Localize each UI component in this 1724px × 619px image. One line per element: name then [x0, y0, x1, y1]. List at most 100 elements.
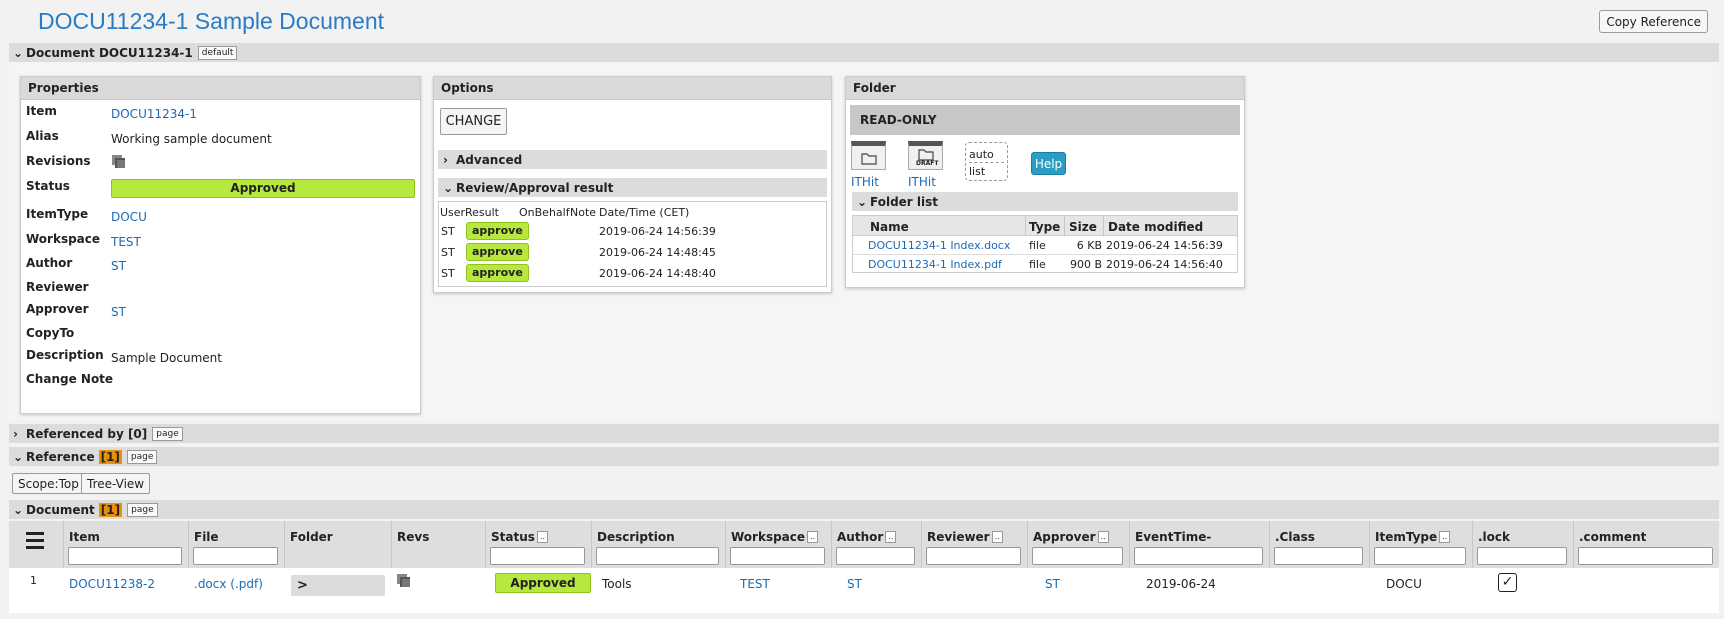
revisions-icon[interactable]: [111, 154, 127, 173]
col-item-label[interactable]: Item: [69, 530, 100, 544]
filter-approver-input[interactable]: [1032, 547, 1123, 565]
prop-itemtype-link[interactable]: DOCU: [111, 210, 147, 224]
prop-workspace-link[interactable]: TEST: [111, 235, 141, 249]
folder-col-modified[interactable]: Date modified: [1108, 220, 1203, 234]
document-list-header[interactable]: ⌄ Document [1] page: [9, 500, 1719, 519]
filter-item-input[interactable]: [68, 547, 182, 565]
filter-author-input[interactable]: [836, 547, 915, 565]
folder-icon[interactable]: [851, 141, 886, 170]
review-approval-toggle[interactable]: ⌄ Review/Approval result: [438, 178, 827, 197]
prop-approver-link[interactable]: ST: [111, 305, 126, 319]
col-file-label[interactable]: File: [194, 530, 219, 544]
col-comment: .comment: [1573, 521, 1719, 568]
copy-reference-button[interactable]: Copy Reference: [1599, 10, 1708, 33]
itemtype-filter-menu[interactable]: ..: [1439, 531, 1451, 543]
filter-status-input[interactable]: [490, 547, 585, 565]
chevron-right-icon: ›: [443, 152, 448, 167]
filter-description-input[interactable]: [596, 547, 719, 565]
view-mode-selector[interactable]: auto list: [965, 142, 1008, 181]
lock-checkbox[interactable]: ✓: [1498, 573, 1517, 592]
prop-item-link[interactable]: DOCU11234-1: [111, 107, 197, 121]
status-filter-menu[interactable]: ..: [536, 531, 548, 543]
workspace-filter-menu[interactable]: ..: [807, 531, 819, 543]
menu-icon[interactable]: [26, 532, 44, 553]
filter-lock-input[interactable]: [1477, 547, 1567, 565]
row-item-link[interactable]: DOCU11238-2: [69, 577, 155, 591]
folder-col-type[interactable]: Type: [1029, 220, 1060, 234]
filter-workspace-input[interactable]: [730, 547, 825, 565]
document-table: Item File Folder Revs Status.. Descripti…: [9, 521, 1719, 613]
advanced-toggle[interactable]: › Advanced: [438, 150, 827, 169]
col-author-label[interactable]: Author..: [837, 530, 897, 544]
reference-header[interactable]: ⌄ Reference [1] page: [9, 447, 1719, 466]
col-comment-label[interactable]: .comment: [1579, 530, 1646, 544]
referenced-by-label: Referenced by [0]: [26, 426, 148, 441]
row-divider: [853, 254, 1237, 255]
col-approver-label[interactable]: Approver..: [1033, 530, 1109, 544]
row-description: Tools: [602, 577, 632, 591]
draft-badge: DRAFT: [916, 160, 939, 167]
row-approver-link[interactable]: ST: [1045, 577, 1060, 591]
draft-folder-icon[interactable]: DRAFT: [908, 141, 943, 170]
col-author-text: Author: [837, 530, 884, 544]
col-author: Author..: [831, 521, 921, 568]
filter-file-input[interactable]: [193, 547, 278, 565]
mode-list[interactable]: list: [969, 163, 1004, 180]
col-approver: Approver..: [1027, 521, 1129, 568]
reference-page-tag[interactable]: page: [126, 449, 158, 464]
col-folder-label[interactable]: Folder: [290, 530, 333, 544]
col-itemtype-label[interactable]: ItemType..: [1375, 530, 1451, 544]
referenced-by-page-tag[interactable]: page: [152, 426, 183, 441]
filter-comment-input[interactable]: [1578, 547, 1713, 565]
folder-open-link[interactable]: ITHit: [851, 175, 879, 189]
folder-col-name[interactable]: Name: [870, 220, 909, 234]
tree-view-button[interactable]: Tree-View: [81, 473, 151, 494]
folder-col-size[interactable]: Size: [1069, 220, 1097, 234]
col-description-label[interactable]: Description: [597, 530, 675, 544]
col-status-label[interactable]: Status..: [491, 530, 548, 544]
scope-top-button[interactable]: Scope:Top: [12, 473, 85, 494]
author-filter-menu[interactable]: ..: [885, 531, 897, 543]
col-itemtype: ItemType..: [1369, 521, 1472, 568]
col-description: Description: [591, 521, 725, 568]
row-folder-expand[interactable]: >: [291, 575, 385, 596]
referenced-by-header[interactable]: › Referenced by [0] page: [9, 424, 1719, 443]
document-section-header[interactable]: ⌄ Document DOCU11234-1 default: [9, 43, 1719, 62]
prop-label: Workspace: [26, 232, 101, 246]
col-lock-label[interactable]: .lock: [1478, 530, 1510, 544]
file-link[interactable]: DOCU11234-1 Index.docx: [868, 239, 1010, 252]
review-approval-label: Review/Approval result: [456, 180, 614, 195]
col-workspace-label[interactable]: Workspace..: [731, 530, 819, 544]
row-file-link[interactable]: .docx (.pdf): [194, 577, 263, 591]
col-eventtime-label[interactable]: EventTime-: [1135, 530, 1211, 544]
change-button[interactable]: CHANGE: [440, 108, 507, 135]
col-class-label[interactable]: .Class: [1275, 530, 1315, 544]
prop-label: Status: [26, 179, 70, 193]
prop-row-reviewer: Reviewer: [26, 277, 415, 301]
file-link[interactable]: DOCU11234-1 Index.pdf: [868, 258, 1002, 271]
revisions-icon[interactable]: [396, 573, 412, 592]
prop-label: Description: [26, 348, 104, 362]
prop-row-item: Item DOCU11234-1: [26, 101, 415, 125]
folder-list-toggle[interactable]: ⌄ Folder list: [852, 192, 1238, 211]
filter-eventtime-input[interactable]: [1134, 547, 1263, 565]
approver-filter-menu[interactable]: ..: [1097, 531, 1109, 543]
reviewer-filter-menu[interactable]: ..: [991, 531, 1003, 543]
mode-auto[interactable]: auto: [969, 146, 1004, 163]
filter-itemtype-input[interactable]: [1374, 547, 1466, 565]
row-author-link[interactable]: ST: [847, 577, 862, 591]
col-revs-label[interactable]: Revs: [397, 530, 429, 544]
draft-folder-open-link[interactable]: ITHit: [908, 175, 936, 189]
filter-class-input[interactable]: [1274, 547, 1363, 565]
prop-author-link[interactable]: ST: [111, 259, 126, 273]
filter-reviewer-input[interactable]: [926, 547, 1021, 565]
prop-row-workspace: Workspace TEST: [26, 229, 415, 253]
row-workspace-link[interactable]: TEST: [740, 577, 770, 591]
col-status: Status..: [485, 521, 591, 568]
document-page-tag[interactable]: page: [127, 502, 158, 517]
document-view-tag[interactable]: default: [197, 45, 238, 60]
review-col-result: Result: [465, 206, 499, 219]
col-reviewer-label[interactable]: Reviewer..: [927, 530, 1003, 544]
folder-list-label: Folder list: [870, 194, 938, 209]
help-button[interactable]: Help: [1031, 152, 1066, 175]
